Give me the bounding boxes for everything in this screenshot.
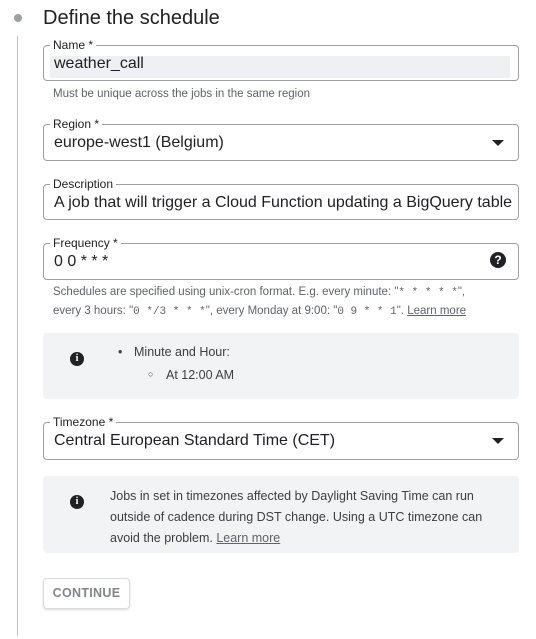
learn-more-link[interactable]: Learn more [407, 305, 466, 317]
step-indicator-dot [14, 14, 22, 22]
timezone-value: Central European Standard Time (CET) [54, 432, 336, 449]
frequency-info-box: i • Minute and Hour: ○ At 12:00 AM [43, 333, 519, 399]
step-connector-line [17, 36, 18, 636]
timezone-select[interactable]: Timezone * Central European Standard Tim… [43, 415, 519, 460]
info-icon: i [70, 352, 84, 366]
region-label: Region * [50, 117, 103, 131]
frequency-field[interactable]: Frequency * 0 0 * * * ? [43, 236, 519, 280]
description-input[interactable]: A job that will trigger a Cloud Function… [54, 194, 512, 212]
name-input[interactable]: weather_call [54, 55, 144, 73]
dst-info-box: i Jobs in set in timezones affected by D… [43, 476, 519, 553]
region-select[interactable]: Region * europe-west1 (Belgium) [43, 117, 519, 161]
description-label: Description [50, 177, 117, 191]
dst-info-line: avoid the problem. [110, 531, 213, 545]
info-icon: i [70, 495, 84, 509]
dropdown-caret-icon[interactable] [492, 139, 504, 146]
help-icon[interactable]: ? [490, 252, 506, 268]
dropdown-caret-icon[interactable] [492, 438, 504, 444]
frequency-hint-text: Schedules are specified using unix-cron … [53, 286, 399, 298]
info-sub-bullet: At 12:00 AM [166, 368, 235, 382]
region-value: europe-west1 (Belgium) [54, 134, 224, 151]
frequency-hint-code: * * * * * [398, 287, 458, 299]
frequency-hint-code: 0 */3 * * * [133, 306, 206, 318]
frequency-input[interactable]: 0 0 * * * [54, 253, 108, 271]
name-hint: Must be unique across the jobs in the sa… [53, 88, 310, 100]
frequency-label: Frequency * [50, 236, 121, 250]
frequency-hint-text: every 3 hours: " [53, 305, 134, 317]
learn-more-link[interactable]: Learn more [216, 531, 280, 545]
frequency-hint-text: ", [457, 286, 466, 298]
frequency-hint-code: 0 9 * * 1 [337, 306, 397, 318]
step-title: Define the schedule [43, 7, 220, 29]
dst-info-line: Jobs in set in timezones affected by Day… [110, 489, 474, 503]
dst-info-text: Jobs in set in timezones affected by Day… [110, 486, 482, 549]
timezone-label: Timezone * [50, 415, 117, 429]
name-label: Name * [50, 38, 97, 52]
continue-button[interactable]: CONTINUE [43, 578, 130, 609]
frequency-hint-text: ", every Monday at 9:00: " [205, 305, 338, 317]
dst-info-line: outside of cadence during DST change. Us… [110, 510, 483, 524]
frequency-hint: Schedules are specified using unix-cron … [53, 283, 466, 321]
description-field[interactable]: Description A job that will trigger a Cl… [43, 177, 519, 220]
info-bullet: Minute and Hour: [134, 345, 230, 359]
sub-bullet-circle: ○ [148, 369, 154, 379]
name-field[interactable]: Name * weather_call [43, 38, 519, 81]
frequency-hint-text: ". [396, 305, 405, 317]
bullet-dot: • [118, 345, 123, 359]
